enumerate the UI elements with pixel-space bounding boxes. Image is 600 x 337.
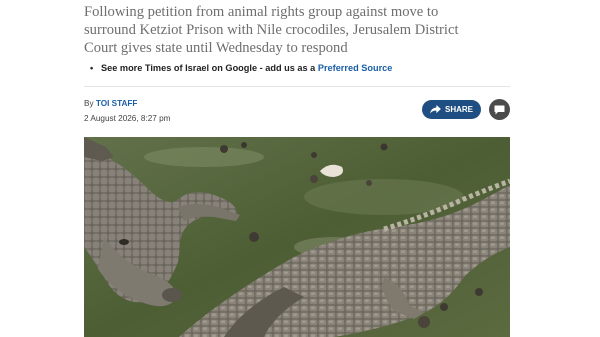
article-subtitle: Following petition from animal rights gr… [84, 4, 459, 56]
share-label: SHARE [444, 105, 473, 114]
comment-icon [494, 105, 505, 114]
byline-prefix: By [84, 99, 96, 108]
publish-date: 2 August 2026, 8:27 pm [84, 114, 171, 123]
crocodile-photo [84, 137, 510, 337]
share-button[interactable]: SHARE [422, 100, 481, 119]
crocodile-image [84, 137, 510, 337]
author-link[interactable]: TOI STAFF [96, 99, 138, 108]
google-source-prefix: See more Times of Israel on Google - add… [101, 63, 318, 73]
divider [84, 86, 510, 87]
byline: By TOI STAFF [84, 99, 137, 108]
preferred-source-link[interactable]: Preferred Source [318, 63, 393, 73]
bullet: • [90, 63, 94, 73]
comments-button[interactable] [489, 99, 510, 120]
share-arrow-icon [430, 105, 441, 114]
google-source-text: See more Times of Israel on Google - add… [101, 61, 392, 75]
